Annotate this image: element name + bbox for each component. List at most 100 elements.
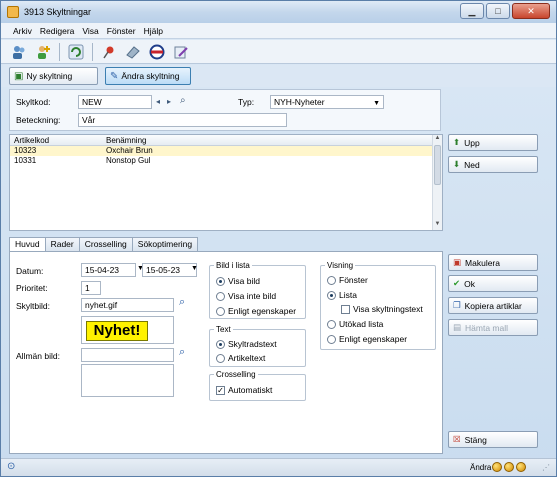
menu-hjalp[interactable]: Hjälp [140,26,167,36]
radio-visa-inte-bild[interactable]: Visa inte bild [216,291,276,301]
type-select[interactable]: NYH-Nyheter ▼ [270,95,384,109]
toolbar [1,40,556,64]
column-header-code[interactable]: Artikelkod [14,136,49,145]
radio-skyltradstext[interactable]: Skyltradstext [216,339,277,349]
list-scrollbar[interactable]: ▲ ▼ [432,135,442,230]
prev-arrow-icon[interactable]: ◂ [156,97,160,106]
action-bar: ▣ Ny skyltning ✎ Ändra skyltning [1,65,556,87]
close-icon: ☒ [453,434,461,444]
type-label: Typ: [238,97,255,107]
radio-utokad-lista-mark [327,319,336,329]
edit-pencil-icon: ✎ [110,70,119,82]
column-header-name[interactable]: Benämning [106,136,146,145]
group-visning: Visning Fönster Lista Visa skyltningstex… [320,261,436,350]
radio-enligt-egenskaper-visning-label: Enligt egenskaper [339,334,408,344]
search-icon[interactable]: ⌕ [180,95,186,106]
general-image-field[interactable] [81,348,174,362]
radio-fonster-mark [327,275,336,285]
copy-articles-button[interactable]: ❐ Kopiera artiklar [448,297,538,314]
window-controls: ▁ □ ✕ [460,3,550,19]
next-arrow-icon[interactable]: ▸ [167,97,171,106]
date-from-field[interactable]: 15-04-23 [81,263,136,277]
new-signage-button[interactable]: ▣ Ny skyltning [9,67,98,85]
move-up-button[interactable]: ⬆ Upp [448,134,538,151]
menu-bar: Arkiv Redigera Visa Fönster Hjälp [1,23,556,39]
radio-utokad-lista[interactable]: Utökad lista [327,319,383,329]
radio-lista-mark [327,290,336,300]
checkbox-visa-skyltningstext[interactable]: Visa skyltningstext [341,304,423,314]
desc-label: Beteckning: [16,115,61,125]
radio-skyltradstext-label: Skyltradstext [228,339,277,349]
minimize-button[interactable]: ▁ [460,3,484,19]
code-field[interactable]: NEW [78,95,152,109]
status-light-icon [516,462,526,472]
resize-grip-icon[interactable]: ⋰ [542,463,550,472]
menu-arkiv[interactable]: Arkiv [9,26,36,36]
radio-fonster[interactable]: Fönster [327,275,368,285]
radio-artikeltext[interactable]: Artikeltext [216,353,265,363]
window-title: 3913 Skyltningar [24,7,92,17]
radio-artikeltext-label: Artikeltext [228,353,266,363]
radio-enligt-egenskaper-visning[interactable]: Enligt egenskaper [327,334,407,344]
tab-sokoptimering[interactable]: Sökoptimering [131,237,199,251]
tab-huvud[interactable]: Huvud [9,237,46,252]
arrow-down-icon: ⬇ [453,159,461,169]
radio-lista-label: Lista [339,290,357,300]
group-title-visning: Visning [325,261,356,270]
checkbox-automatiskt[interactable]: ✓ Automatiskt [216,385,272,395]
fetch-template-label: Hämta mall [465,322,509,333]
ok-label: Ok [464,278,475,289]
eraser-icon[interactable] [123,42,143,62]
list-item[interactable]: 10331 Nonstop Gul [10,156,434,166]
menu-fonster[interactable]: Fönster [103,26,140,36]
date-to-dropdown-icon[interactable]: ▼ [191,265,198,272]
menu-visa[interactable]: Visa [78,26,102,36]
radio-enligt-egenskaper-label: Enligt egenskaper [228,306,297,316]
user-add-icon[interactable] [33,42,53,62]
priority-field[interactable]: 1 [81,281,101,295]
row-name: Nonstop Gul [106,156,151,165]
scroll-thumb[interactable] [434,145,441,185]
radio-visa-inte-bild-mark [216,291,225,301]
signage-header-form: Skyltkod: NEW ◂ ▸ ⌕ Typ: NYH-Nyheter ▼ B… [9,89,441,131]
type-value: NYH-Nyheter [274,97,325,107]
radio-enligt-egenskaper-bild[interactable]: Enligt egenskaper [216,306,296,316]
scroll-up-icon[interactable]: ▲ [433,135,442,144]
refresh-icon[interactable] [66,42,86,62]
status-text: Ändra [470,463,492,472]
toolbar-separator [92,42,93,61]
scroll-down-icon[interactable]: ▼ [433,221,442,230]
close-button[interactable]: ☒ Stäng [448,431,538,448]
radio-lista[interactable]: Lista [327,290,357,300]
radio-utokad-lista-label: Utökad lista [339,319,384,329]
browse-general-image-icon[interactable]: ⌕ [179,346,185,359]
image-field[interactable]: nyhet.gif [81,298,174,312]
maximize-button[interactable]: □ [486,3,510,19]
checkbox-automatiskt-mark: ✓ [216,385,225,395]
edit-icon[interactable] [171,42,191,62]
document-new-icon: ▣ [14,70,24,82]
date-to-field[interactable]: 15-05-23 [142,263,197,277]
status-light-icon [492,462,502,472]
desc-field[interactable]: Vår [78,113,287,127]
pin-icon[interactable] [99,42,119,62]
fetch-template-button[interactable]: ▤ Hämta mall [448,319,538,336]
cancel-signage-button[interactable]: ▣ Makulera [448,254,538,271]
move-up-label: Upp [464,137,480,148]
radio-visa-bild-label: Visa bild [228,276,260,286]
ok-button[interactable]: ✔ Ok [448,275,538,292]
move-down-button[interactable]: ⬇ Ned [448,156,538,173]
row-code: 10331 [14,156,37,165]
chevron-down-icon: ▼ [373,100,380,107]
menu-redigera[interactable]: Redigera [36,26,79,36]
close-window-button[interactable]: ✕ [512,3,550,19]
radio-visa-bild[interactable]: Visa bild [216,276,260,286]
badge-icon[interactable] [147,42,167,62]
users-icon[interactable] [9,42,29,62]
edit-signage-button[interactable]: ✎ Ändra skyltning [105,67,191,85]
tab-rader[interactable]: Rader [44,237,80,251]
list-item[interactable]: 10323 Oxchair Brun [10,146,434,156]
tab-crosselling[interactable]: Crosselling [78,237,133,251]
browse-image-icon[interactable]: ⌕ [179,296,185,309]
radio-enligt-egenskaper-visning-mark [327,334,336,344]
